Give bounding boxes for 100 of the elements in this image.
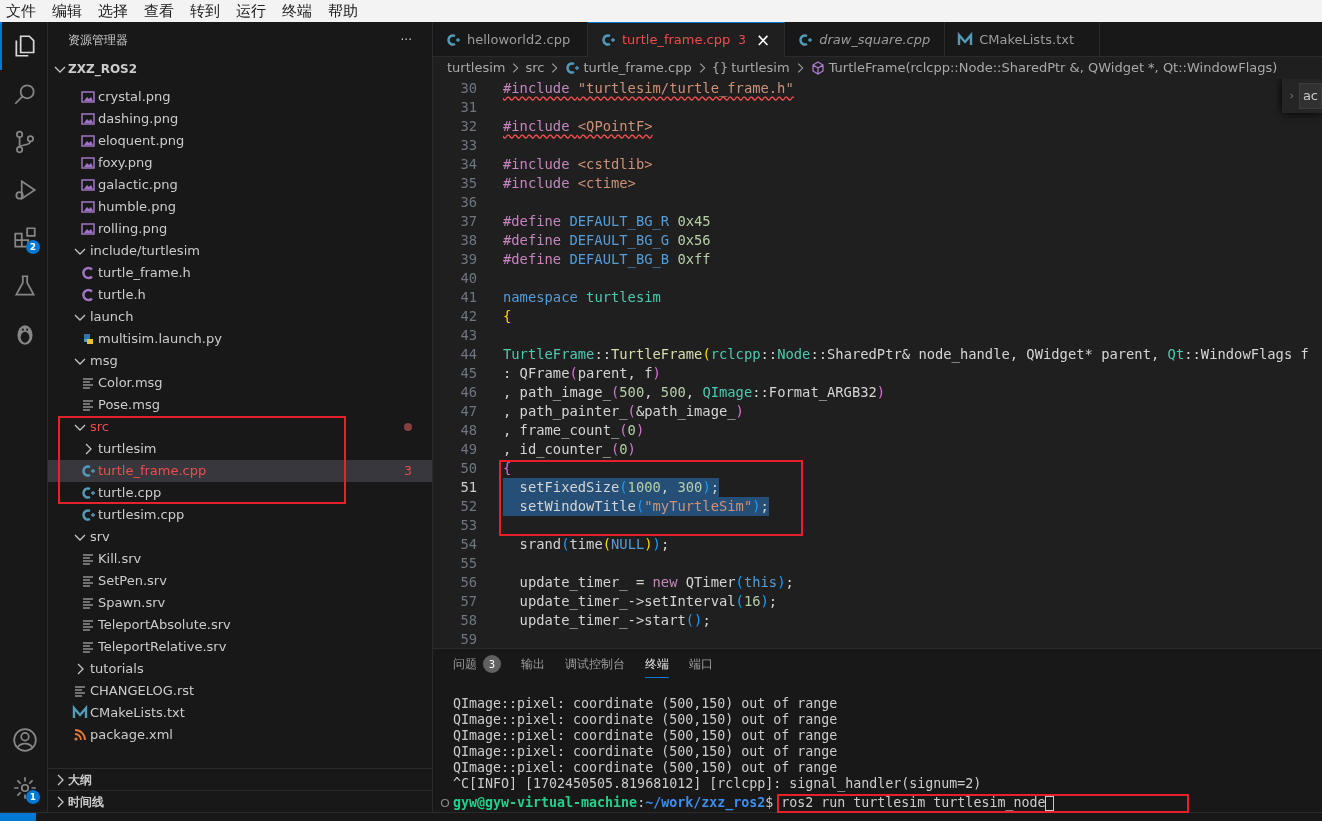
extensions-icon (12, 225, 38, 251)
image-icon (80, 177, 96, 193)
count-badge: 2 (26, 240, 40, 254)
code-line: update_timer_ = new QTimer(this); (518, 573, 794, 592)
more-actions-button[interactable]: ··· (400, 31, 412, 49)
folder-item[interactable]: turtlesim (48, 438, 432, 460)
panel-tab[interactable]: 输出 (521, 651, 545, 678)
code-line: namespace turtlesim (503, 288, 661, 307)
file-item[interactable]: turtle.h (48, 284, 432, 306)
folder-item[interactable]: launch (48, 306, 432, 328)
line-number: 44 (459, 345, 477, 364)
folder-item[interactable]: msg (48, 350, 432, 372)
editor-tab[interactable]: turtle_frame.cpp 3 × (588, 22, 786, 57)
line-number: 36 (459, 193, 477, 212)
file-item[interactable]: Spawn.srv (48, 592, 432, 614)
line-number: 42 (459, 307, 477, 326)
menu-item[interactable]: 查看 (144, 0, 174, 22)
error-count: 3 (404, 463, 412, 480)
file-item[interactable]: Pose.msg (48, 394, 432, 416)
cpp-icon (797, 31, 814, 48)
file-item[interactable]: galactic.png (48, 174, 432, 196)
panel-tab[interactable]: 问题 3 (453, 651, 501, 678)
activity-button[interactable]: 1 (0, 764, 48, 812)
code-line: #define DEFAULT_BG_B 0xff (503, 250, 711, 269)
line-number: 53 (459, 516, 477, 535)
file-item[interactable]: TeleportAbsolute.srv (48, 614, 432, 636)
editor-tab[interactable]: CMakeLists.txt (945, 22, 1101, 57)
file-item[interactable]: package.xml (48, 724, 432, 746)
file-item[interactable]: turtle_frame.h (48, 262, 432, 284)
line-number: 55 (459, 554, 477, 573)
menu-item[interactable]: 转到 (190, 0, 220, 22)
file-item[interactable]: Color.msg (48, 372, 432, 394)
file-item[interactable]: crystal.png (48, 86, 432, 108)
cpp-icon (445, 31, 461, 48)
breadcrumb-item[interactable]: src (525, 58, 545, 78)
code-line: #define DEFAULT_BG_G 0x56 (503, 231, 711, 250)
file-item[interactable]: dashing.png (48, 108, 432, 130)
file-item[interactable]: turtlesim.cpp (48, 504, 432, 526)
line-number: 30 (459, 79, 477, 98)
file-item[interactable]: SetPen.srv (48, 570, 432, 592)
folder-item[interactable]: tutorials (48, 658, 432, 680)
line-number: 59 (459, 630, 477, 648)
line-number: 48 (459, 421, 477, 440)
image-icon (80, 89, 96, 105)
menu-item[interactable]: 编辑 (52, 0, 82, 22)
folder-item[interactable]: include/turtlesim (48, 240, 432, 262)
code-line: : QFrame(parent, f) (503, 364, 661, 383)
breadcrumb-item[interactable]: turtlesim (447, 58, 506, 78)
file-item[interactable]: foxy.png (48, 152, 432, 174)
file-item[interactable]: CHANGELOG.rst (48, 680, 432, 702)
menu-item[interactable]: 文件 (6, 0, 36, 22)
menu-item[interactable]: 终端 (282, 0, 312, 22)
folder-item[interactable]: srv (48, 526, 432, 548)
code-line: , path_image_(500, 500, QImage::Format_ARGB32) (503, 383, 886, 402)
line-number: 50 (459, 459, 477, 478)
line-number: 31 (459, 98, 477, 117)
file-item[interactable]: CMakeLists.txt (48, 702, 432, 724)
menu-item[interactable]: 帮助 (328, 0, 358, 22)
error-dot (404, 423, 412, 431)
panel-tab[interactable]: 端口 (689, 651, 713, 678)
file-item[interactable]: rolling.png (48, 218, 432, 240)
line-number: 35 (459, 174, 477, 193)
panel-tab[interactable]: 调试控制台 (565, 651, 625, 678)
breadcrumb-item[interactable]: TurtleFrame(rclcpp::Node::SharedPtr &, QWidget *, Qt::WindowFlags) (828, 58, 1278, 78)
cpp-icon (600, 32, 616, 48)
m-letter-icon (72, 705, 88, 721)
run-debug-icon (12, 177, 38, 203)
find-input[interactable]: ac (1298, 83, 1322, 109)
image-icon (80, 221, 96, 237)
files-icon (12, 33, 38, 59)
folder-item[interactable]: src (48, 416, 432, 438)
file-item[interactable]: Kill.srv (48, 548, 432, 570)
activity-button[interactable]: 2 (0, 214, 48, 262)
code-line: srand(time(NULL)); (518, 535, 670, 554)
file-item[interactable]: humble.png (48, 196, 432, 218)
text-lines-icon (80, 595, 96, 611)
line-number: 56 (459, 573, 477, 592)
text-lines-icon (72, 683, 88, 699)
close-button[interactable]: × (755, 31, 771, 49)
editor-tab[interactable]: draw_square.cpp (785, 22, 946, 57)
terminal-line: QImage::pixel: coordinate (500,150) out of range (453, 696, 839, 712)
section-header[interactable]: 大纲 (48, 768, 432, 790)
file-item[interactable]: turtle.cpp (48, 482, 432, 504)
image-icon (80, 155, 96, 171)
cube-icon (809, 60, 826, 76)
line-number: 45 (459, 364, 477, 383)
folder-header[interactable]: ZXZ_ROS2 (48, 58, 432, 80)
code-line: { (503, 307, 512, 326)
file-item[interactable]: multisim.launch.py (48, 328, 432, 350)
file-item[interactable]: eloquent.png (48, 130, 432, 152)
breadcrumb-item[interactable]: turtlesim (731, 58, 790, 78)
menu-item[interactable]: 运行 (236, 0, 266, 22)
panel-tab[interactable]: 终端 (645, 651, 669, 678)
command-text: ros2 run turtlesim turtlesim_node (781, 794, 1046, 812)
line-number: 32 (459, 117, 477, 136)
c-letter-icon (80, 287, 96, 303)
breadcrumb-item[interactable]: turtle_frame.cpp (583, 58, 692, 78)
file-item[interactable]: TeleportRelative.srv (48, 636, 432, 658)
menu-item[interactable]: 选择 (98, 0, 128, 22)
terminal-line: ^C[INFO] [1702450505.819681012] [rclcpp]: signal_handler(signum=2) (453, 776, 983, 792)
